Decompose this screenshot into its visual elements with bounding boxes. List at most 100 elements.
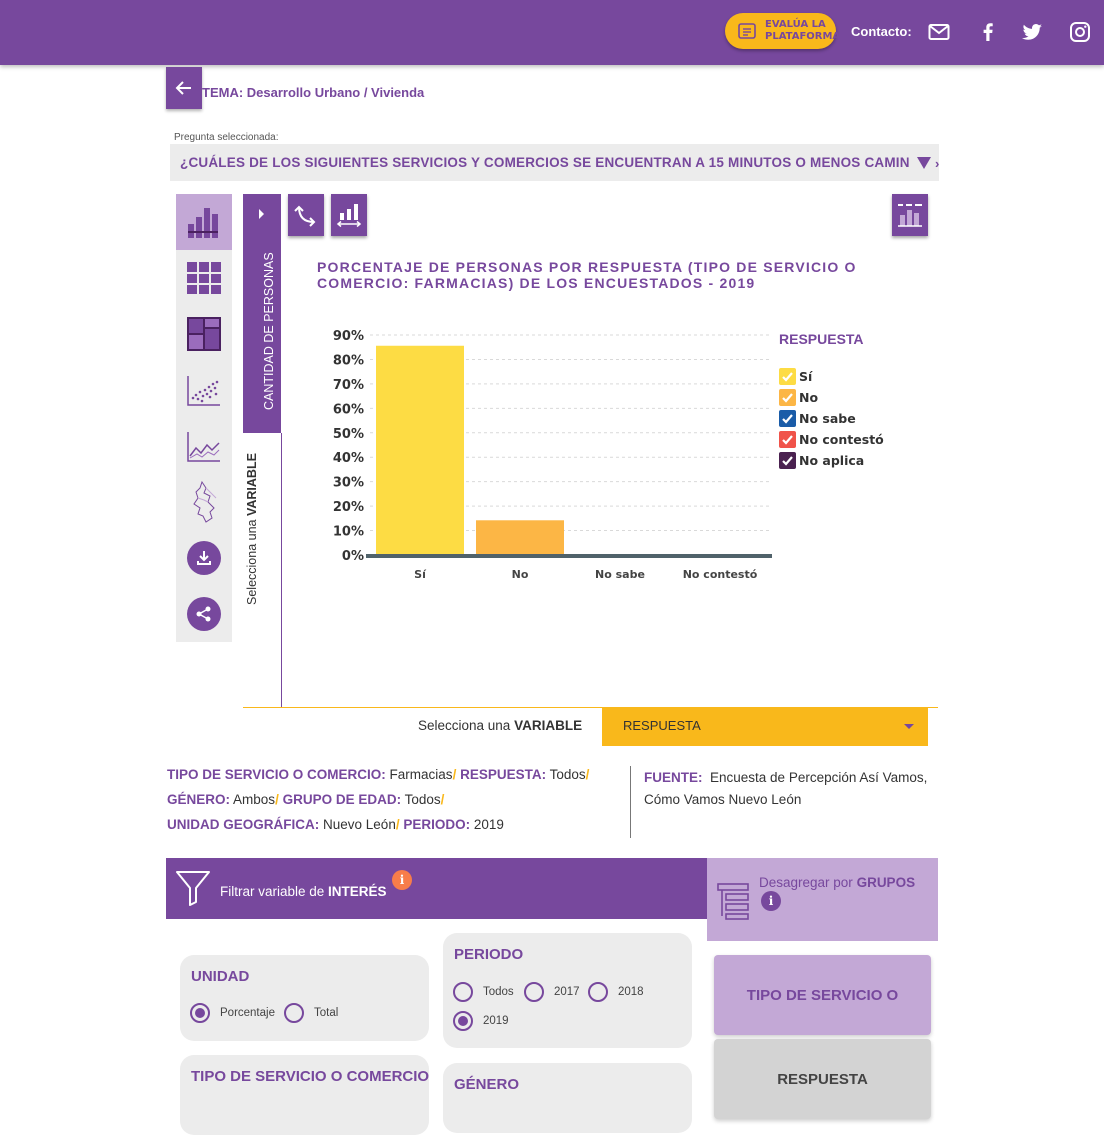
scatter-chart-tool[interactable] xyxy=(176,362,232,418)
unit-option[interactable]: Porcentaje xyxy=(190,1003,275,1023)
radio-button[interactable] xyxy=(453,1011,473,1031)
radio-button[interactable] xyxy=(524,982,544,1002)
y-axis-divider xyxy=(281,433,282,707)
line-chart-tool[interactable] xyxy=(176,418,232,474)
treemap-chart-tool[interactable] xyxy=(176,306,232,362)
y-tick-label: 30% xyxy=(333,476,364,491)
share-tool[interactable] xyxy=(176,586,232,642)
back-button[interactable] xyxy=(166,67,202,109)
legend-item[interactable]: No contestó xyxy=(779,429,884,450)
info-divider xyxy=(630,766,631,838)
period-option[interactable]: 2017 xyxy=(524,982,580,1002)
y-tick-label: 10% xyxy=(333,525,364,540)
radio-button[interactable] xyxy=(190,1003,210,1023)
clipboard-icon xyxy=(738,23,756,39)
sort-bars-button[interactable] xyxy=(331,194,367,236)
legend-label: No sabe xyxy=(799,411,856,426)
twitter-icon[interactable] xyxy=(1020,20,1044,44)
facebook-icon[interactable] xyxy=(976,20,1000,44)
y-variable-label: CANTIDAD DE PERSONAS xyxy=(262,252,276,410)
period-option[interactable]: 2018 xyxy=(588,982,644,1002)
contact-label: Contacto: xyxy=(851,24,912,39)
checkbox-icon[interactable] xyxy=(779,368,796,385)
group-by-button[interactable]: TIPO DE SERVICIO O xyxy=(714,955,931,1035)
checkbox-icon[interactable] xyxy=(779,389,796,406)
x-variable-selected: RESPUESTA xyxy=(623,718,701,733)
grid-chart-tool[interactable] xyxy=(176,250,232,306)
legend-label: Sí xyxy=(799,369,813,384)
legend-item[interactable]: No sabe xyxy=(779,408,884,429)
gender-filter-card xyxy=(443,1063,692,1133)
unit-option[interactable]: Total xyxy=(284,1003,338,1023)
map-chart-tool[interactable] xyxy=(176,474,232,530)
treemap-icon xyxy=(187,317,221,351)
funnel-icon xyxy=(176,871,210,906)
topic-label: TEMA: xyxy=(202,85,244,100)
info-filters-line-1: TIPO DE SERVICIO O COMERCIO: Farmacias/ … xyxy=(167,767,590,782)
question-overflow-icon: › xyxy=(935,156,939,171)
y-tick-label: 50% xyxy=(333,427,364,442)
bar-chart-tool[interactable] xyxy=(176,194,232,250)
bar xyxy=(376,345,464,555)
y-tick-label: 70% xyxy=(333,378,364,393)
y-tick-label: 90% xyxy=(333,329,364,344)
service-type-filter-card xyxy=(180,1055,429,1135)
checkbox-icon[interactable] xyxy=(779,452,796,469)
radio-label: Total xyxy=(314,1007,339,1019)
grid-icon xyxy=(187,262,221,294)
group-by-button[interactable]: RESPUESTA xyxy=(714,1039,931,1119)
y-tick-label: 40% xyxy=(333,451,364,466)
top-bar: EVALÚA LA PLATAFORMA Contacto: xyxy=(0,0,1104,65)
mail-icon[interactable] xyxy=(927,20,951,44)
x-tick-label: Sí xyxy=(414,568,427,581)
legend-item[interactable]: No aplica xyxy=(779,450,884,471)
radio-label: 2017 xyxy=(554,986,580,998)
radio-button[interactable] xyxy=(453,982,473,1002)
chart-legend: RESPUESTA Sí No No sabe No contestó No aplic… xyxy=(779,331,884,471)
map-icon xyxy=(193,480,217,523)
source-note: FUENTE: Encuesta de Percepción Así Vamos… xyxy=(644,770,928,807)
group-panel-header xyxy=(707,858,938,941)
arrow-left-icon xyxy=(175,81,191,95)
info-filters-line-3: UNIDAD GEOGRÁFICA: Nuevo León/ PERIODO: … xyxy=(167,817,504,832)
checkbox-icon[interactable] xyxy=(779,431,796,448)
filter-info-icon[interactable]: i xyxy=(392,870,412,890)
radio-label: 2018 xyxy=(618,986,644,998)
bar xyxy=(476,520,564,555)
evaluate-platform-button[interactable]: EVALÚA LA PLATAFORMA xyxy=(725,13,841,49)
period-option[interactable]: Todos xyxy=(453,982,514,1002)
chart-title: PORCENTAJE DE PERSONAS POR RESPUESTA (TI… xyxy=(317,259,857,291)
legend-item[interactable]: Sí xyxy=(779,366,884,387)
download-icon xyxy=(197,551,211,565)
topic-heading: TEMA: Desarrollo Urbano / Vivienda xyxy=(202,85,424,100)
period-option[interactable]: 2019 xyxy=(453,1011,509,1031)
legend-label: No xyxy=(799,390,819,405)
radio-button[interactable] xyxy=(284,1003,304,1023)
toggle-legend-button[interactable] xyxy=(892,194,928,236)
radio-label: Porcentaje xyxy=(220,1007,275,1019)
share-icon xyxy=(196,606,211,622)
x-variable-dropdown[interactable]: RESPUESTA xyxy=(602,707,928,746)
period-filter-title: PERIODO xyxy=(454,946,524,963)
download-tool[interactable] xyxy=(176,530,232,586)
info-filters-line-2: GÉNERO: Ambos/ GRUPO DE EDAD: Todos/ xyxy=(167,792,445,807)
dropdown-triangle-icon[interactable] xyxy=(917,157,931,169)
question-selector[interactable]: ¿CUÁLES DE LOS SIGUIENTES SERVICIOS Y CO… xyxy=(170,144,939,181)
expand-arrow-icon[interactable] xyxy=(259,209,264,219)
swap-axes-button[interactable] xyxy=(288,194,324,236)
evaluate-platform-label: EVALÚA LA PLATAFORMA xyxy=(765,19,841,42)
radio-button[interactable] xyxy=(588,982,608,1002)
group-info-icon[interactable]: i xyxy=(761,891,781,911)
x-variable-prompt: Selecciona una VARIABLE xyxy=(418,718,583,733)
legend-item[interactable]: No xyxy=(779,387,884,408)
group-stack-icon xyxy=(717,883,749,920)
y-tick-label: 20% xyxy=(333,500,364,515)
y-tick-label: 60% xyxy=(333,402,364,417)
instagram-icon[interactable] xyxy=(1068,20,1092,44)
legend-label: No aplica xyxy=(799,453,865,468)
topic-value: Desarrollo Urbano / Vivienda xyxy=(246,85,425,100)
line-chart-icon xyxy=(187,432,220,462)
service-type-filter-title: TIPO DE SERVICIO O COMERCIO xyxy=(191,1068,430,1085)
checkbox-icon[interactable] xyxy=(779,410,796,427)
unit-filter-title: UNIDAD xyxy=(191,968,250,985)
